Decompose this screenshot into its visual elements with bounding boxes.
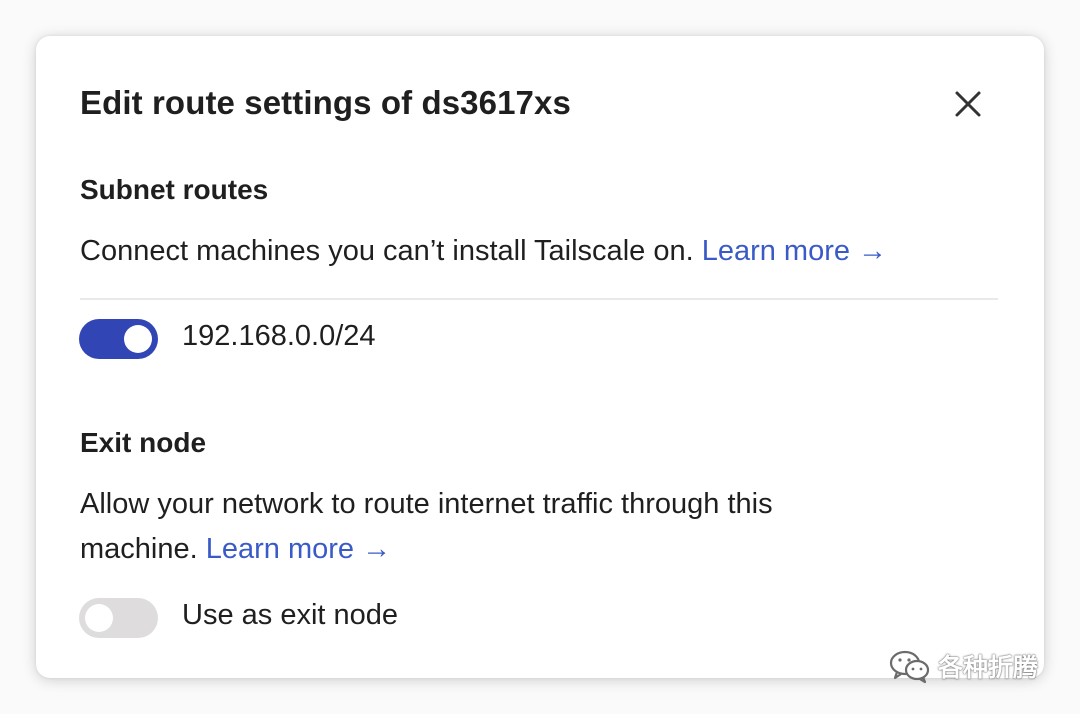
toggle-knob <box>124 325 152 353</box>
close-icon <box>955 91 981 117</box>
exit-node-toggle[interactable] <box>79 598 158 638</box>
exit-node-learn-more-link[interactable]: Learn more → <box>206 533 391 565</box>
watermark-text: 各种折腾 <box>938 654 1039 682</box>
section-divider <box>80 298 998 300</box>
exit-node-heading: Exit node <box>80 427 207 458</box>
close-button[interactable] <box>950 86 986 122</box>
edit-route-settings-dialog: Edit route settings of ds3617xs Subnet r… <box>36 36 1044 678</box>
subnet-routes-learn-more-link[interactable]: Learn more → <box>702 235 887 267</box>
exit-node-toggle-label: Use as exit node <box>182 599 399 631</box>
dialog-title: Edit route settings of ds3617xs <box>80 84 571 121</box>
subnet-routes-heading: Subnet routes <box>80 174 269 205</box>
subnet-route-label: 192.168.0.0/24 <box>182 320 376 352</box>
subnet-route-toggle[interactable] <box>79 319 158 359</box>
exit-node-description-line1: Allow your network to route internet tra… <box>80 488 773 520</box>
watermark: 各种折腾 <box>888 648 1038 684</box>
subnet-routes-description: Connect machines you can’t install Tails… <box>80 229 887 274</box>
exit-node-description: Allow your network to route internet tra… <box>80 482 773 572</box>
subnet-routes-description-text: Connect machines you can’t install Tails… <box>80 235 694 267</box>
toggle-knob <box>85 604 113 632</box>
wechat-icon <box>889 650 930 684</box>
exit-node-description-line2: machine. <box>80 533 198 565</box>
